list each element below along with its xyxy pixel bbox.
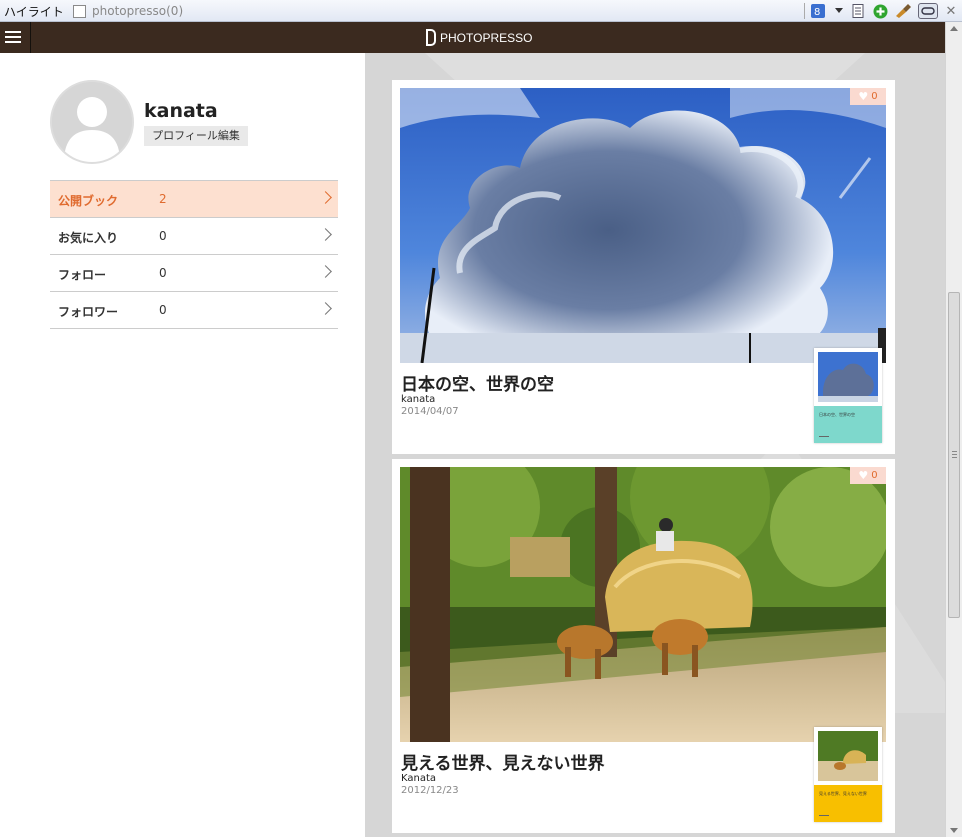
avatar[interactable] xyxy=(50,80,134,164)
close-icon[interactable]: ✕ xyxy=(943,3,959,19)
thumbnail-cover: 見える世界、見えない世界 xyxy=(814,785,882,822)
thumbnail-title: 見える世界、見えない世界 xyxy=(819,791,867,796)
book-thumbnail[interactable]: 日本の空、世界の空 xyxy=(814,348,882,443)
profile-stats-list: 公開ブック 2 お気に入り 0 フォロー 0 フォロワー 0 xyxy=(50,180,338,329)
book-card[interactable]: ♥ 0 見える世界、見えない世界 Kanata 2012/12/23 見える世界… xyxy=(392,459,895,833)
book-cover-photo[interactable]: ♥ 0 xyxy=(400,88,886,363)
chevron-right-icon xyxy=(319,228,332,241)
scroll-up-arrow-icon[interactable] xyxy=(950,26,958,31)
toolbar-divider xyxy=(804,3,805,19)
thumbnail-divider xyxy=(819,815,829,816)
svg-text:8: 8 xyxy=(814,7,820,18)
tab-title[interactable]: photopresso(0) xyxy=(92,4,183,18)
app-header: PHOTOPRESSO xyxy=(0,22,945,53)
edit-profile-button[interactable]: プロフィール編集 xyxy=(144,126,248,146)
grip-icon xyxy=(952,451,957,458)
browser-toolbar: ハイライト photopresso(0) 8 ✕ xyxy=(0,0,962,22)
thumbnail-title: 日本の空、世界の空 xyxy=(819,412,855,417)
book-card[interactable]: ♥ 0 日本の空、世界の空 kanata 2014/04/07 日本の空、世界の… xyxy=(392,80,895,454)
stats-label: フォロー xyxy=(58,268,107,282)
brush-icon[interactable] xyxy=(895,3,911,19)
book-cover-photo[interactable]: ♥ 0 xyxy=(400,467,886,742)
link-icon[interactable] xyxy=(918,3,938,19)
stats-label: 公開ブック xyxy=(58,194,119,208)
user-silhouette-icon xyxy=(52,82,132,162)
search-engine-icon[interactable]: 8 xyxy=(810,3,826,19)
chevron-right-icon xyxy=(319,191,332,204)
username: kanata xyxy=(144,100,218,122)
book-date: 2012/12/23 xyxy=(401,785,459,796)
scroll-down-arrow-icon[interactable] xyxy=(950,828,958,833)
stats-label: お気に入り xyxy=(58,231,119,245)
book-date: 2014/04/07 xyxy=(401,406,459,417)
book-title[interactable]: 見える世界、見えない世界 xyxy=(401,749,605,774)
heart-icon: ♥ xyxy=(858,90,869,103)
profile-panel: kanata プロフィール編集 公開ブック 2 お気に入り 0 フォロー 0 フ… xyxy=(0,53,365,837)
page-scrollbar[interactable] xyxy=(945,22,962,837)
thumbnail-image xyxy=(818,731,878,781)
logo-text: PHOTOPRESSO xyxy=(440,30,533,45)
thumbnail-cover: 日本の空、世界の空 xyxy=(814,406,882,443)
stats-count: 0 xyxy=(159,229,167,243)
document-icon[interactable] xyxy=(850,3,866,19)
like-count: 0 xyxy=(871,91,878,102)
highlight-label[interactable]: ハイライト xyxy=(4,3,64,20)
stats-count: 0 xyxy=(159,266,167,280)
book-author[interactable]: kanata xyxy=(401,394,435,405)
stats-row-followers[interactable]: フォロワー 0 xyxy=(50,292,338,329)
header-divider xyxy=(30,22,31,53)
thumbnail-divider xyxy=(819,436,829,437)
like-count: 0 xyxy=(871,470,878,481)
like-badge[interactable]: ♥ 0 xyxy=(850,467,886,484)
stats-count: 0 xyxy=(159,303,167,317)
stats-row-public-books[interactable]: 公開ブック 2 xyxy=(50,181,338,218)
heart-icon: ♥ xyxy=(858,469,869,482)
highlight-checkbox[interactable] xyxy=(73,5,86,18)
stats-row-favorites[interactable]: お気に入り 0 xyxy=(50,218,338,255)
logo[interactable]: PHOTOPRESSO xyxy=(426,29,532,46)
dropdown-arrow-icon[interactable] xyxy=(831,3,847,19)
book-thumbnail[interactable]: 見える世界、見えない世界 xyxy=(814,727,882,822)
book-author[interactable]: Kanata xyxy=(401,773,436,784)
stats-count: 2 xyxy=(159,192,167,206)
book-title[interactable]: 日本の空、世界の空 xyxy=(401,370,554,395)
like-badge[interactable]: ♥ 0 xyxy=(850,88,886,105)
logo-mark-icon xyxy=(426,29,436,46)
hamburger-menu-icon[interactable] xyxy=(5,28,25,48)
stats-label: フォロワー xyxy=(58,305,119,319)
chevron-right-icon xyxy=(319,302,332,315)
books-feed: ♥ 0 日本の空、世界の空 kanata 2014/04/07 日本の空、世界の… xyxy=(365,53,945,837)
scrollbar-thumb[interactable] xyxy=(948,292,960,618)
thumbnail-image xyxy=(818,352,878,402)
chevron-right-icon xyxy=(319,265,332,278)
add-icon[interactable] xyxy=(872,3,888,19)
stats-row-following[interactable]: フォロー 0 xyxy=(50,255,338,292)
